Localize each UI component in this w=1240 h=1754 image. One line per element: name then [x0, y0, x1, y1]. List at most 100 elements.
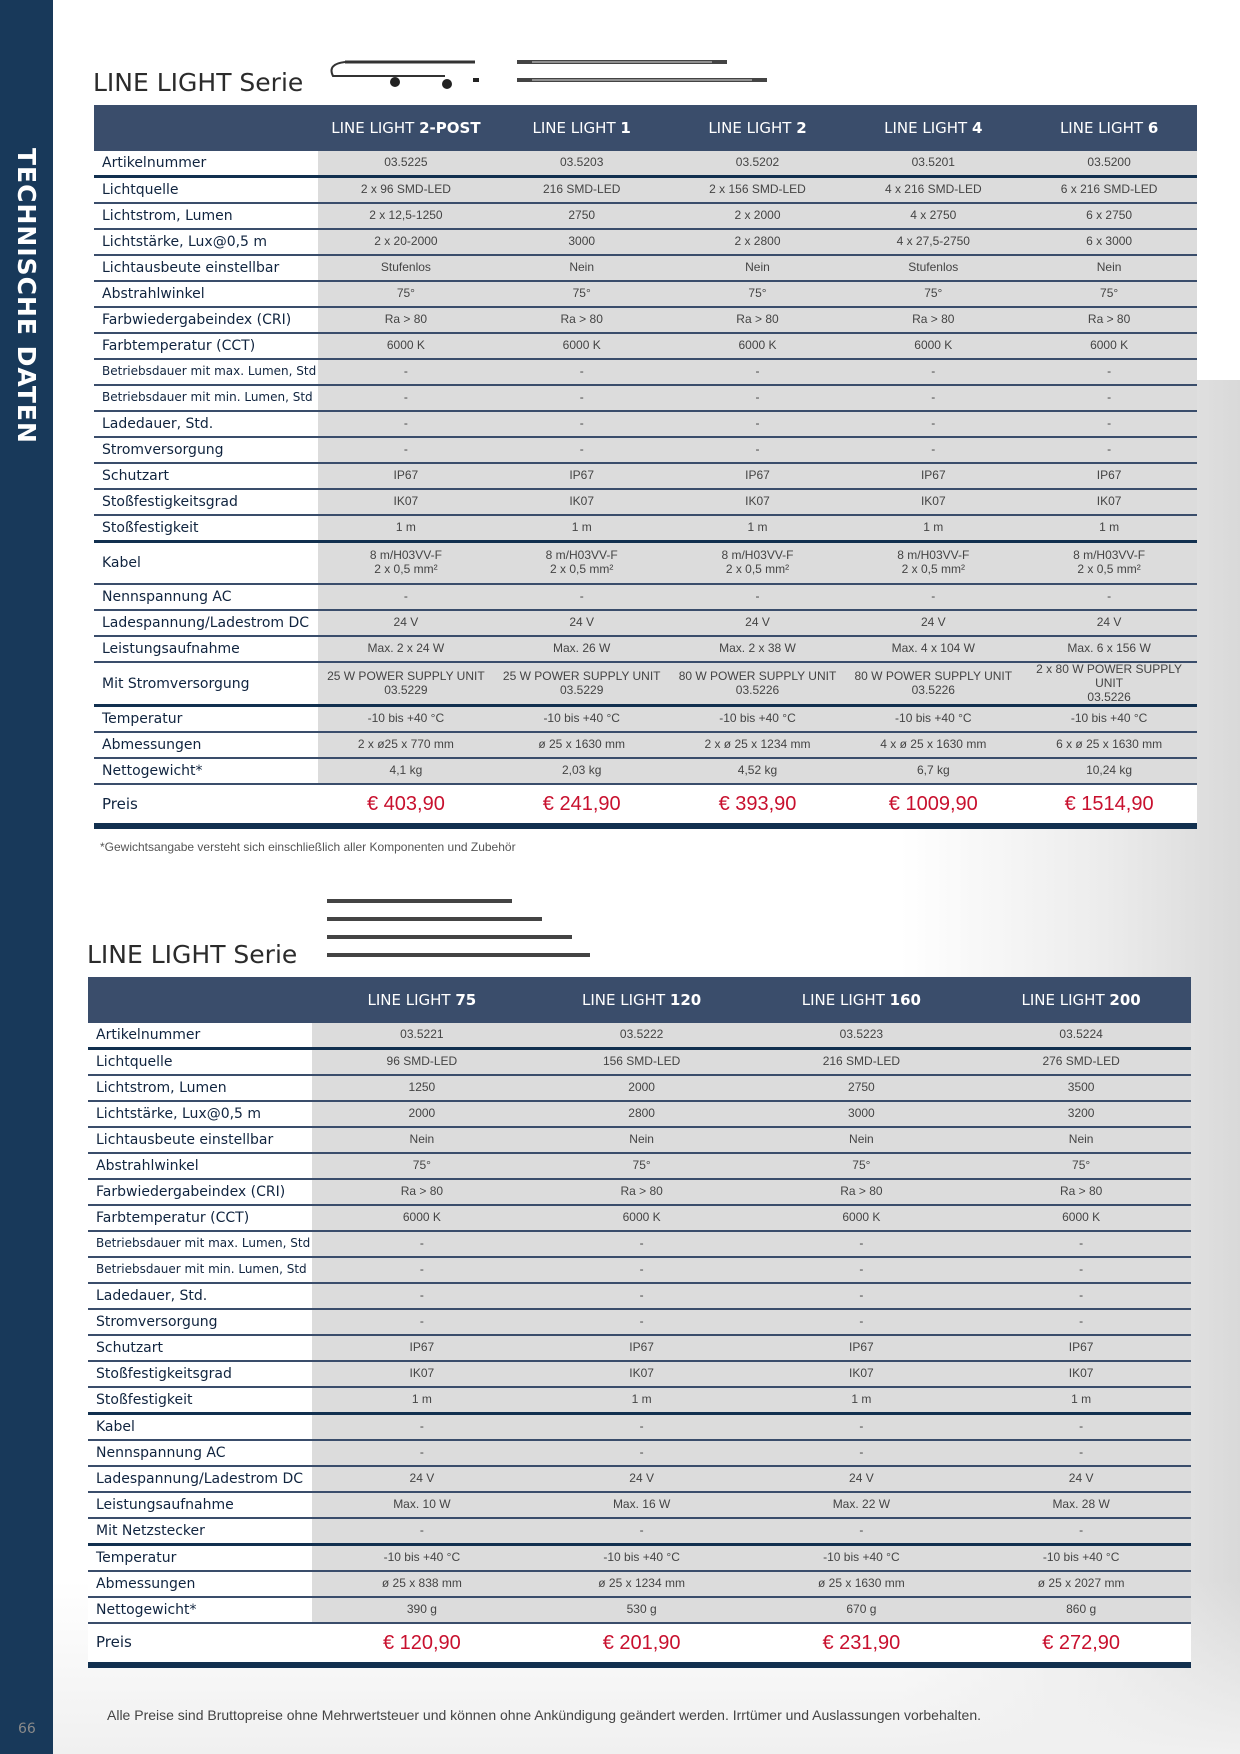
column-header-prefix: LINE LIGHT: [884, 119, 972, 137]
table-cell: -: [493, 385, 670, 412]
table-cell: 75°: [751, 1153, 972, 1180]
table-cell: IP67: [318, 463, 494, 490]
table-cell: -10 bis +40 °C: [971, 1544, 1191, 1572]
table-cell: 2 x ø 25 x 1234 mm: [669, 732, 846, 760]
table-cell: 6000 K: [845, 333, 1022, 360]
table-cell: -: [845, 411, 1022, 438]
row-label: Lichtausbeute einstellbar: [94, 255, 318, 282]
table-cell: -10 bis +40 °C: [312, 1544, 532, 1572]
table-cell: 6 x ø 25 x 1630 mm: [1021, 732, 1197, 760]
table-cell: IK07: [751, 1361, 972, 1388]
table-cell: 216 SMD-LED: [751, 1048, 972, 1076]
table-cell: 2 x 80 W POWER SUPPLY UNIT 03.5226: [1021, 662, 1197, 708]
price-label: Preis: [94, 783, 318, 830]
row-label: Nettogewicht*: [94, 758, 318, 786]
table-cell: 2 x 2800: [669, 229, 846, 256]
row-label: Betriebsdauer mit min. Lumen, Std: [88, 1257, 312, 1284]
table-cell: 3200: [971, 1101, 1191, 1128]
table-cell: 2 x 156 SMD-LED: [669, 176, 846, 204]
row-label: Artikelnummer: [94, 151, 318, 178]
table-cell: 75°: [531, 1153, 752, 1180]
table-cell: -: [312, 1440, 532, 1467]
price-row: Preis € 403,90 € 241,90 € 393,90 € 1009,90 € …: [94, 783, 1197, 830]
table-cell: 03.5221: [312, 1023, 532, 1050]
product-image-tube-set: [327, 899, 590, 957]
table-cell: 4,52 kg: [669, 758, 846, 786]
price-value: € 393,90: [669, 783, 846, 830]
table-cell: -: [669, 584, 846, 611]
table-cell: Max. 22 W: [751, 1492, 972, 1519]
table-cell: 03.5201: [845, 151, 1022, 178]
table-cell: 216 SMD-LED: [493, 176, 670, 204]
table-cell: 4 x 2750: [845, 203, 1022, 230]
table-cell: 4 x ø 25 x 1630 mm: [845, 732, 1022, 760]
table-cell: 4,1 kg: [318, 758, 494, 786]
table-cell: Ra > 80: [669, 307, 846, 334]
table-row: Temperatur -10 bis +40 °C -10 bis +40 °C -1…: [88, 1544, 1191, 1572]
table-row: Farbwiedergabeindex (CRI) Ra > 80 Ra > 80 R…: [94, 307, 1197, 334]
table-cell: IP67: [971, 1335, 1191, 1362]
table-cell: IK07: [531, 1361, 752, 1388]
column-header-model: 2-POST: [419, 119, 481, 137]
table-cell: 24 V: [669, 610, 846, 637]
row-label: Temperatur: [94, 705, 318, 734]
table-cell: 6000 K: [971, 1205, 1191, 1232]
row-label: Lichtstärke, Lux@0,5 m: [88, 1101, 312, 1128]
table-cell: 2,03 kg: [493, 758, 670, 786]
table-cell: 6000 K: [493, 333, 670, 360]
row-label: Mit Stromversorgung: [94, 662, 318, 708]
row-label: Kabel: [94, 541, 318, 585]
table-cell: -: [751, 1440, 972, 1467]
row-label: Abmessungen: [88, 1571, 312, 1598]
table-cell: -: [318, 584, 494, 611]
table-cell: Nein: [751, 1127, 972, 1154]
table-cell: 2 x 12,5-1250: [318, 203, 494, 230]
table-cell: Max. 6 x 156 W: [1021, 636, 1197, 663]
table-cell: 24 V: [531, 1466, 752, 1493]
table-cell: IK07: [669, 489, 846, 516]
column-header: LINE LIGHT 75: [312, 977, 532, 1023]
table-cell: 860 g: [971, 1597, 1191, 1624]
table-cell: 24 V: [1021, 610, 1197, 637]
table-cell: -10 bis +40 °C: [531, 1544, 752, 1572]
table-cell: -10 bis +40 °C: [318, 705, 494, 734]
table-cell: Nein: [1021, 255, 1197, 282]
table-cell: -: [971, 1309, 1191, 1336]
table-cell: 80 W POWER SUPPLY UNIT 03.5226: [669, 662, 846, 708]
table-row: Abstrahlwinkel 75° 75° 75° 75°: [88, 1153, 1191, 1180]
table-cell: IK07: [312, 1361, 532, 1388]
table-row: Farbwiedergabeindex (CRI) Ra > 80 Ra > 80 R…: [88, 1179, 1191, 1206]
product-image-tubes: [517, 60, 767, 82]
row-label: Stromversorgung: [88, 1309, 312, 1336]
table-cell: -: [531, 1440, 752, 1467]
table-cell: 24 V: [751, 1466, 972, 1493]
table-cell: 6 x 2750: [1021, 203, 1197, 230]
table-cell: ø 25 x 838 mm: [312, 1571, 532, 1598]
footnote: *Gewichtsangabe versteht sich einschließ…: [100, 840, 516, 854]
table-cell: Max. 28 W: [971, 1492, 1191, 1519]
table-cell: 2 x 96 SMD-LED: [318, 176, 494, 204]
column-header-model: 4: [972, 119, 983, 137]
table-row: Ladedauer, Std. - - - - -: [94, 411, 1197, 438]
table-cell: 156 SMD-LED: [531, 1048, 752, 1076]
column-header: LINE LIGHT 120: [531, 977, 752, 1023]
table-cell: 1 m: [312, 1387, 532, 1415]
table-cell: 24 V: [312, 1466, 532, 1493]
table-cell: -: [751, 1231, 972, 1258]
column-header-prefix: LINE LIGHT: [708, 119, 797, 137]
table-cell: 6 x 3000: [1021, 229, 1197, 256]
table-cell: -: [845, 584, 1022, 611]
table-cell: -: [1021, 437, 1197, 464]
table-cell: 24 V: [971, 1466, 1191, 1493]
price-value: € 272,90: [971, 1622, 1191, 1668]
table-cell: 6000 K: [318, 333, 494, 360]
price-value: € 120,90: [312, 1622, 532, 1668]
table-row: Ladespannung/Ladestrom DC 24 V 24 V 24 V 24 …: [94, 610, 1197, 637]
column-header-model: 120: [669, 991, 702, 1009]
table-cell: 10,24 kg: [1021, 758, 1197, 786]
table-cell: 1 m: [531, 1387, 752, 1415]
table-row: Abmessungen 2 x ø25 x 770 mm ø 25 x 1630 m…: [94, 732, 1197, 760]
row-label: Kabel: [88, 1413, 312, 1441]
table-cell: 25 W POWER SUPPLY UNIT 03.5229: [318, 662, 494, 708]
table-row: Stoßfestigkeit 1 m1 m1 m1 m1 m: [94, 515, 1197, 543]
